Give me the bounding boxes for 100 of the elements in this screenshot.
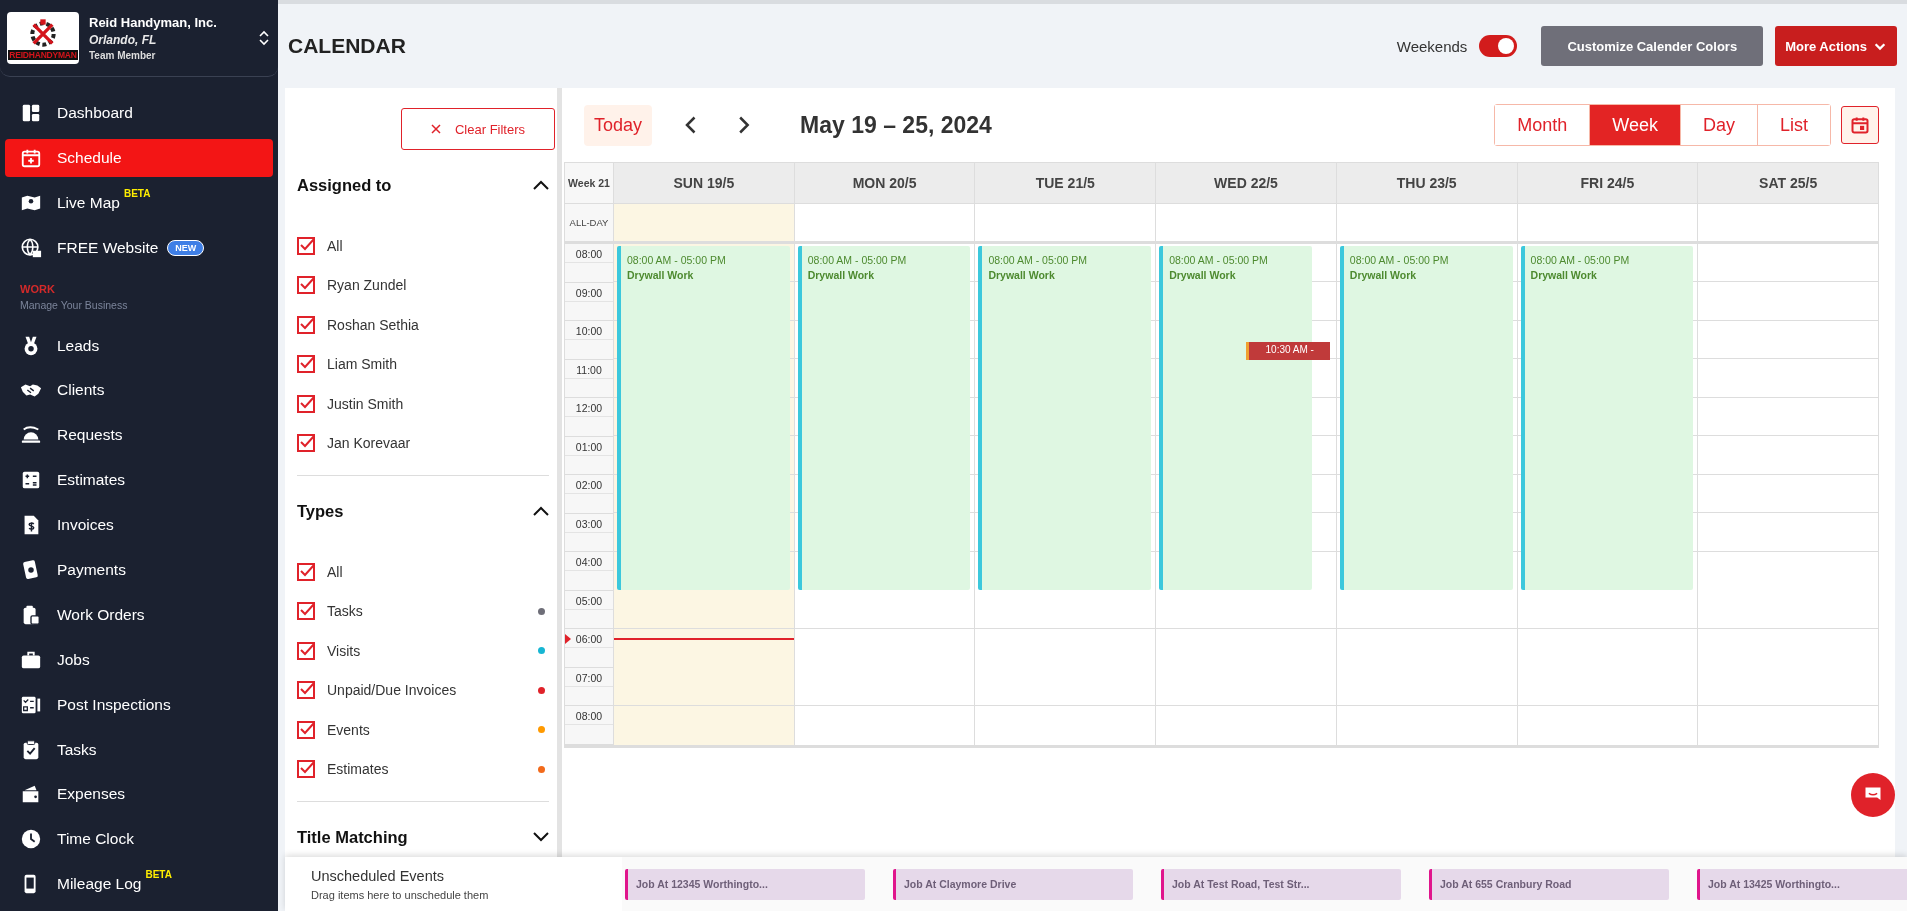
job-event[interactable]: 08:00 AM - 05:00 PM Drywall Work: [617, 246, 790, 590]
calendar-icon: [1850, 115, 1870, 135]
checked-checkbox-icon[interactable]: [297, 641, 315, 660]
checked-checkbox-icon[interactable]: [297, 434, 315, 453]
event-time: 08:00 AM - 05:00 PM: [988, 254, 1088, 266]
event-time: 08:00 AM - 05:00 PM: [1530, 254, 1630, 266]
unscheduled-job[interactable]: Job At 12345 Worthingto...: [625, 868, 865, 900]
day-header: SAT 25/5: [1697, 163, 1878, 204]
globe-icon: [20, 236, 42, 259]
filter-option: Unpaid/Due Invoices: [327, 682, 526, 699]
checked-checkbox-icon[interactable]: [297, 315, 315, 334]
chevron-up-icon[interactable]: [533, 180, 549, 190]
chevron-up-icon[interactable]: [533, 506, 549, 516]
event-time: 10:30 AM -: [1265, 344, 1314, 356]
filter-option: Tasks: [327, 603, 526, 620]
nav-item[interactable]: Tasks: [5, 730, 273, 769]
company-location: Orlando, FL: [89, 33, 158, 47]
event-time: 08:00 AM - 05:00 PM: [807, 254, 907, 266]
unscheduled-job[interactable]: Job At Test Road, Test Str...: [1161, 868, 1401, 900]
filter-option: Liam Smith: [327, 356, 545, 373]
job-event[interactable]: 08:00 AM - 05:00 PM Drywall Work: [797, 246, 971, 590]
panel-hint: Drag items here to unschedule them: [311, 888, 490, 901]
checked-checkbox-icon[interactable]: [297, 760, 315, 779]
panel-title: Unscheduled Events: [311, 867, 445, 884]
page-title: CALENDAR: [288, 34, 407, 58]
beta-label: BETA: [145, 869, 172, 881]
nav-item[interactable]: Post Inspections: [5, 685, 273, 724]
chevron-down-icon[interactable]: [533, 832, 549, 842]
section-title: WORK: [20, 282, 56, 295]
checked-checkbox-icon[interactable]: [297, 720, 315, 739]
nav-item[interactable]: Clients: [5, 371, 273, 410]
filter-option: Events: [327, 721, 526, 738]
date-picker-button[interactable]: [1841, 106, 1879, 144]
beta-label: BETA: [123, 187, 151, 199]
event-title: Drywall Work: [807, 269, 876, 281]
nav-item[interactable]: Schedule: [5, 138, 273, 177]
event-title: Drywall Work: [988, 269, 1056, 281]
day-header: SUN 19/5: [613, 163, 794, 204]
filter-option: All: [327, 237, 545, 254]
nav-item[interactable]: Dashboard: [5, 94, 273, 132]
filter-option: All: [327, 563, 545, 580]
all-day-label: ALL-DAY: [565, 204, 613, 244]
event-title: Drywall Work: [1530, 269, 1598, 281]
checked-checkbox-icon[interactable]: [297, 276, 315, 295]
checked-checkbox-icon[interactable]: [297, 394, 315, 413]
day-header: TUE 21/5: [974, 163, 1156, 204]
filter-section-title: Title Matching: [297, 827, 408, 847]
nav-item[interactable]: Live Map BETA: [5, 183, 273, 222]
unscheduled-job[interactable]: Job At 13425 Worthingto...: [1697, 868, 1907, 900]
day-header: WED 22/5: [1155, 163, 1336, 204]
event-time: 08:00 AM - 05:00 PM: [627, 254, 726, 266]
job-event[interactable]: 08:00 AM - 05:00 PM Drywall Work: [978, 246, 1152, 590]
view-tab[interactable]: List: [1757, 105, 1830, 145]
unscheduled-job[interactable]: Job At Claymore Drive: [893, 868, 1133, 900]
nav-item[interactable]: Leads: [5, 326, 273, 365]
day-header: FRI 24/5: [1516, 163, 1698, 204]
section-subtitle: Manage Your Business: [20, 298, 129, 311]
checked-checkbox-icon[interactable]: [297, 602, 315, 621]
nav-item[interactable]: Payments: [5, 551, 273, 589]
nav-item[interactable]: FREE Website NEW: [5, 228, 273, 267]
nav-item[interactable]: Time Clock: [5, 820, 273, 859]
unscheduled-job[interactable]: Job At 655 Cranbury Road: [1429, 868, 1669, 900]
dashboard-icon: [20, 102, 42, 124]
nav-item[interactable]: Mileage Log BETA: [5, 865, 273, 904]
filter-section-title: Assigned to: [297, 175, 392, 195]
logo-text: REIDHANDYMAN: [8, 50, 78, 60]
filter-option: Visits: [327, 642, 526, 659]
week-number: Week 21: [565, 163, 613, 204]
filter-option: Jan Korevaar: [327, 435, 545, 452]
checked-checkbox-icon[interactable]: [297, 562, 315, 581]
more-actions-button[interactable]: More Actions: [1775, 26, 1897, 66]
chevron-up-down-icon[interactable]: [258, 29, 270, 47]
nav-item[interactable]: Jobs: [5, 640, 273, 679]
nav-item[interactable]: Estimates: [5, 461, 273, 500]
nav-item[interactable]: Work Orders: [5, 595, 273, 634]
checked-checkbox-icon[interactable]: [297, 355, 315, 374]
filter-option: Estimates: [327, 761, 526, 778]
filter-section-title: Types: [297, 501, 344, 521]
checked-checkbox-icon[interactable]: [297, 681, 315, 700]
clear-filters-button[interactable]: Clear Filters: [401, 108, 555, 150]
view-tab[interactable]: Week: [1589, 105, 1680, 145]
nav-item[interactable]: Expenses: [5, 775, 273, 814]
filter-option: Justin Smith: [327, 395, 545, 412]
event-title: Drywall Work: [1169, 269, 1237, 281]
nav-item[interactable]: Requests: [5, 416, 273, 455]
event-title: Drywall Work: [1349, 269, 1418, 281]
nav-item[interactable]: Invoices: [5, 506, 273, 545]
customize-colors-button[interactable]: Customize Calender Colors: [1541, 26, 1764, 66]
job-event[interactable]: 08:00 AM - 05:00 PM Drywall Work: [1520, 246, 1694, 590]
user-role: Team Member: [89, 50, 157, 61]
checked-checkbox-icon[interactable]: [297, 236, 315, 255]
weekends-toggle[interactable]: [1479, 35, 1518, 57]
day-header: THU 23/5: [1335, 163, 1517, 204]
job-event[interactable]: 08:00 AM - 05:00 PM Drywall Work: [1339, 246, 1513, 590]
calendar-event[interactable]: 10:30 AM -: [1246, 342, 1331, 361]
today-button[interactable]: Today: [584, 104, 653, 146]
filter-option: Ryan Zundel: [327, 277, 545, 294]
company-name: Reid Handyman, Inc.: [89, 15, 218, 30]
day-header: MON 20/5: [793, 163, 975, 204]
close-icon: [430, 124, 441, 134]
